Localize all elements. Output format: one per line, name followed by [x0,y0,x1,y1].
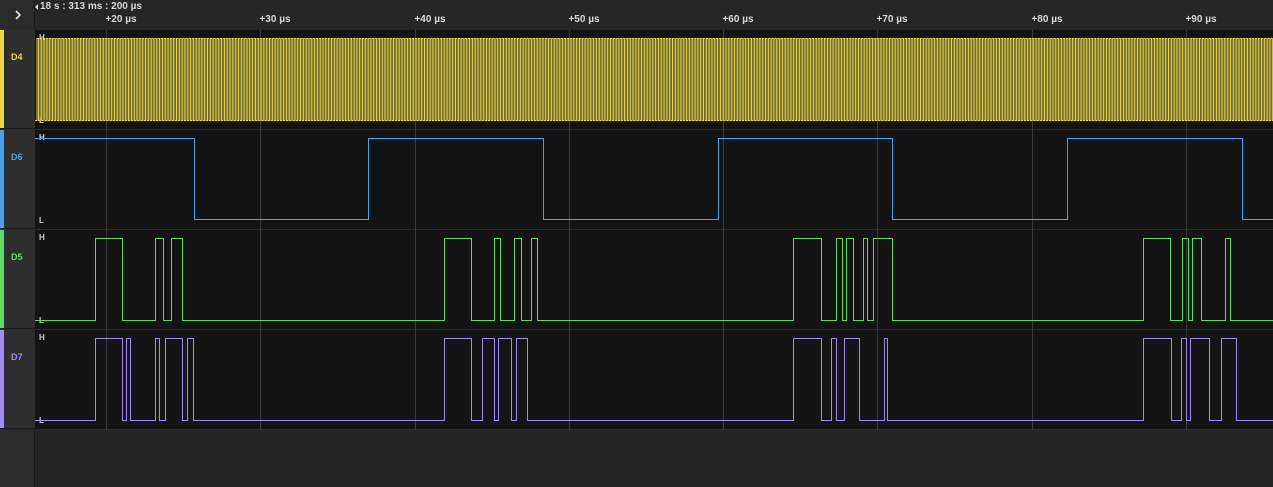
waveform-d6 [35,138,1273,220]
time-tick-label: +70 µs [876,14,908,25]
waveform-d7 [35,338,1273,421]
time-tick-label: +60 µs [722,14,754,25]
channel-name: D4 [11,52,23,62]
channel-label-d7[interactable]: D7 [0,330,35,429]
expand-sidebar-button[interactable] [0,0,35,30]
waveform-canvas[interactable]: H L H L H L H L [35,30,1273,430]
waveform-d5 [35,238,1273,321]
channel-color-strip [0,330,4,428]
level-low-label: L [39,216,44,225]
triangle-left-icon[interactable] [35,4,38,10]
channel-label-d6[interactable]: D6 [0,130,35,229]
level-high-label: H [39,233,45,242]
time-tick-label: +20 µs [105,14,137,25]
waveform-area[interactable]: H L H L H L H L [35,30,1273,430]
channel-name: D6 [11,152,23,162]
time-tick-label: +90 µs [1185,14,1217,25]
time-ruler[interactable]: 18 s : 313 ms : 200 µs +20 µs +30 µs +40… [35,0,1273,30]
channel-label-d4[interactable]: D4 [0,30,35,129]
chevron-right-icon [14,10,21,20]
time-readout: 18 s : 313 ms : 200 µs [40,1,142,12]
channel-label-d5[interactable]: D5 [0,230,35,329]
channel-color-strip [0,130,4,228]
empty-channel-area [35,430,1273,487]
time-tick-label: +50 µs [568,14,600,25]
waveform-d4 [35,38,1273,121]
logic-analyzer-view: D4 D6 D5 D7 18 s : 313 ms : 200 µs +20 µ… [0,0,1273,487]
time-tick-label: +80 µs [1031,14,1063,25]
channel-color-strip [0,230,4,328]
channel-name: D7 [11,352,23,362]
time-tick-label: +30 µs [259,14,291,25]
level-high-label: H [39,133,45,142]
time-tick-label: +40 µs [414,14,446,25]
channel-name: D5 [11,252,23,262]
channel-color-strip [0,30,4,128]
channel-gutter: D4 D6 D5 D7 [0,0,35,487]
level-high-label: H [39,333,45,342]
